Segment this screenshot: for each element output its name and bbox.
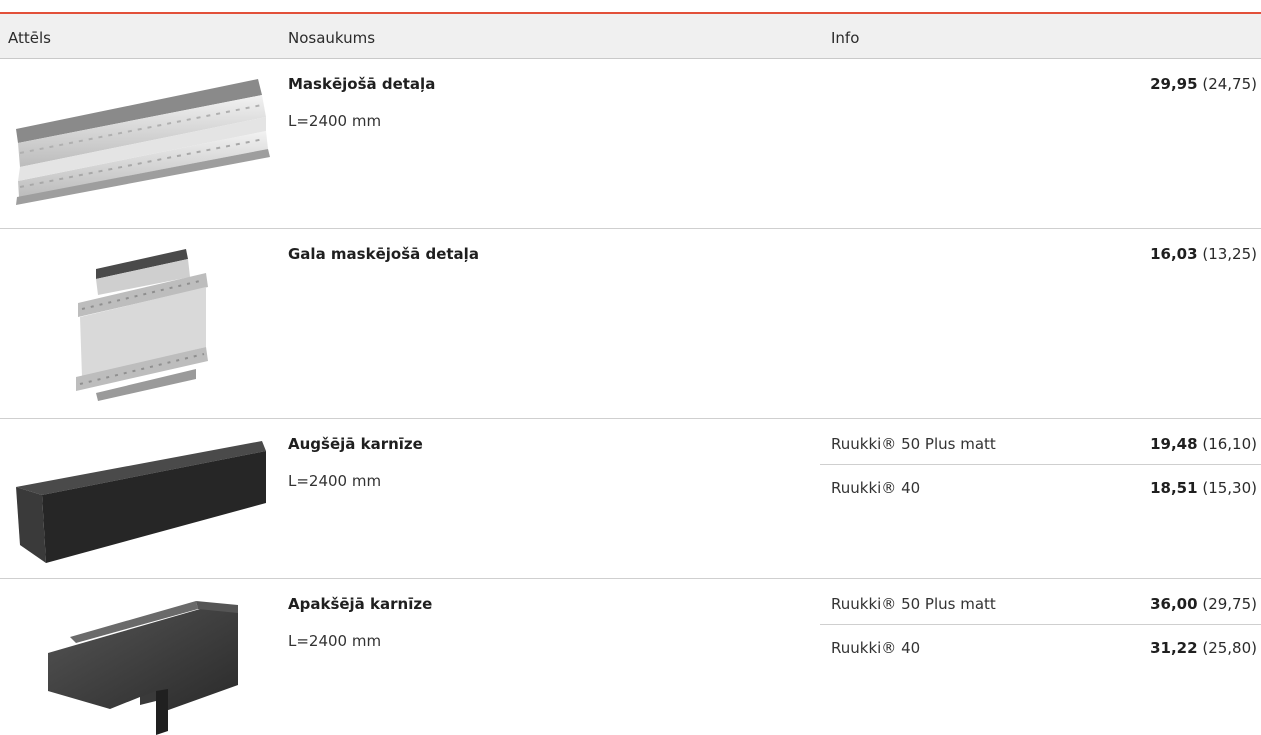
product-name: Gala maskējošā detaļa (288, 245, 479, 263)
variant-info: Ruukki® 50 Plus matt (831, 435, 996, 453)
lower-eave-image (48, 601, 238, 735)
product-name: Augšējā karnīze (288, 435, 423, 453)
product-name: Maskējošā detaļa (288, 75, 436, 93)
variant-info: Ruukki® 50 Plus matt (831, 595, 996, 613)
column-header-name: Nosaukums (288, 29, 376, 47)
product-length: L=2400 mm (288, 632, 382, 650)
product-price: 16,03 (13,25) (1150, 245, 1257, 263)
masking-profile-image (16, 79, 270, 205)
end-masking-profile-image (76, 249, 208, 401)
product-price: 29,95 (24,75) (1150, 75, 1257, 93)
column-header-info: Info (831, 29, 860, 47)
variant-info: Ruukki® 40 (831, 479, 921, 497)
table-header: Attēls Nosaukums Info (0, 14, 1261, 59)
table-row: Gala maskējošā detaļa 16,03 (13,25) (0, 229, 1261, 419)
column-header-image: Attēls (8, 29, 51, 47)
product-length: L=2400 mm (288, 472, 382, 490)
upper-eave-image (16, 441, 266, 563)
product-name: Apakšējā karnīze (288, 595, 433, 613)
variant-divider (820, 464, 1261, 465)
product-length: L=2400 mm (288, 112, 382, 130)
table-row: Maskējošā detaļa L=2400 mm 29,95 (24,75) (0, 59, 1261, 229)
table-row: Augšējā karnīze L=2400 mm Ruukki® 50 Plu… (0, 419, 1261, 579)
variant-info: Ruukki® 40 (831, 639, 921, 657)
variant-price: 19,48 (16,10) (1150, 435, 1257, 453)
variant-price: 36,00 (29,75) (1150, 595, 1257, 613)
variant-divider (820, 624, 1261, 625)
table-row: Apakšējā karnīze L=2400 mm Ruukki® 50 Pl… (0, 579, 1261, 735)
variant-price: 18,51 (15,30) (1150, 479, 1257, 497)
variant-price: 31,22 (25,80) (1150, 639, 1257, 657)
